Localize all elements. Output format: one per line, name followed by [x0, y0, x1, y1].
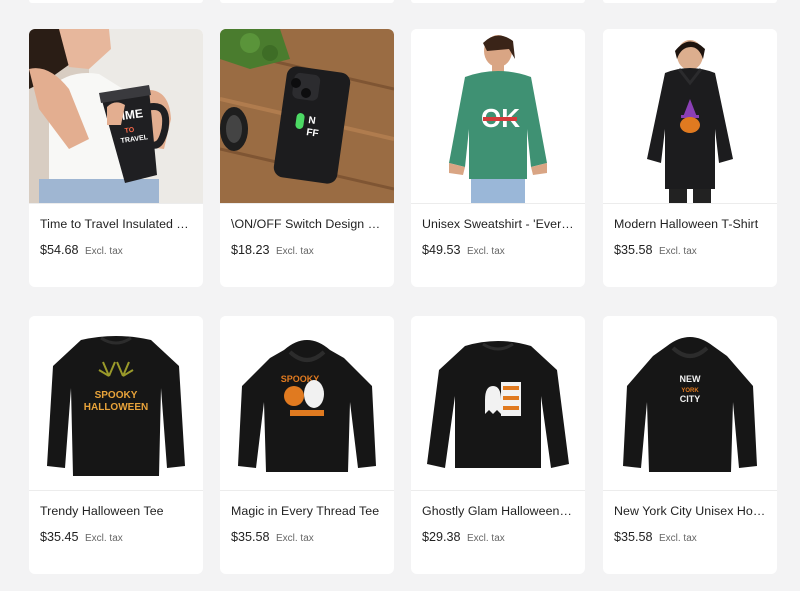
phone-print-off: FF [306, 127, 320, 140]
tax-note: Excl. tax [466, 246, 505, 257]
halloween-hoodie-photo-icon [603, 29, 777, 203]
nyc-hoodie-icon: NEW YORK CITY [603, 316, 777, 490]
product-price: $29.38 [422, 530, 461, 544]
product-card[interactable]: SPOOKY Magic in Every Thread Tee $35.58 … [220, 316, 394, 574]
tax-note: Excl. tax [658, 246, 697, 257]
product-title[interactable]: \ON/OFF Switch Design for Tough Phone Ca… [231, 217, 383, 231]
product-card[interactable]: NEW YORK CITY New York City Unisex Hoodi… [603, 316, 777, 574]
product-image[interactable]: N FF [220, 29, 394, 203]
mug-print-line-2: TO [124, 127, 135, 135]
product-card[interactable]: TIME TO TRAVEL Time to Travel Insulated … [29, 29, 203, 287]
tee-print-line-2: HALLOWEEN [84, 402, 148, 413]
product-price: $54.68 [40, 243, 79, 257]
product-card[interactable]: N FF \ON/OFF Switch Design for Tough Pho… [220, 29, 394, 287]
product-image[interactable] [411, 316, 585, 490]
tax-note: Excl. tax [84, 246, 123, 257]
product-image[interactable]: SPOOKY HALLOWEEN [29, 316, 203, 490]
phone-case-photo-icon: N FF [220, 29, 394, 203]
spooky-halloween-longsleeve-icon: SPOOKY HALLOWEEN [29, 316, 203, 490]
product-title[interactable]: Time to Travel Insulated Travel Mug [40, 217, 192, 231]
tax-note: Excl. tax [275, 246, 314, 257]
product-title[interactable]: Trendy Halloween Tee [40, 504, 192, 518]
tax-note: Excl. tax [84, 533, 123, 544]
travel-mug-photo-icon: TIME TO TRAVEL [29, 29, 203, 203]
product-card[interactable]: SPOOKY HALLOWEEN Trendy Halloween Tee $3… [29, 316, 203, 574]
product-image[interactable]: SPOOKY [220, 316, 394, 490]
product-card[interactable]: OK Unisex Sweatshirt - 'Everything OK' $… [411, 29, 585, 287]
spooky-ghost-hoodie-icon: SPOOKY [220, 316, 394, 490]
product-card[interactable]: Ghostly Glam Halloween Tee $29.38 Excl. … [411, 316, 585, 574]
ghost-sweatshirt-icon [411, 316, 585, 490]
previous-row-edge [0, 0, 800, 4]
product-title[interactable]: Ghostly Glam Halloween Tee [422, 504, 574, 518]
phone-print-on: N [308, 115, 317, 127]
tee-print-line-1: SPOOKY [95, 390, 138, 401]
product-title[interactable]: Magic in Every Thread Tee [231, 504, 383, 518]
green-sweatshirt-photo-icon: OK [411, 29, 585, 203]
product-price: $35.58 [614, 243, 653, 257]
product-price: $35.58 [614, 530, 653, 544]
product-title[interactable]: Modern Halloween T-Shirt [614, 217, 766, 231]
product-title[interactable]: New York City Unisex Hoodie [614, 504, 766, 518]
tax-note: Excl. tax [658, 533, 697, 544]
product-card[interactable]: Modern Halloween T-Shirt $35.58 Excl. ta… [603, 29, 777, 287]
tax-note: Excl. tax [466, 533, 505, 544]
product-price: $35.45 [40, 530, 79, 544]
product-image[interactable]: OK [411, 29, 585, 203]
product-image[interactable] [603, 29, 777, 203]
product-image[interactable]: NEW YORK CITY [603, 316, 777, 490]
product-title[interactable]: Unisex Sweatshirt - 'Everything OK' [422, 217, 574, 231]
hoodie-print-line-1: NEW [680, 374, 702, 384]
product-price: $35.58 [231, 530, 270, 544]
tax-note: Excl. tax [275, 533, 314, 544]
product-image[interactable]: TIME TO TRAVEL [29, 29, 203, 203]
hoodie-print-line-3: CITY [680, 394, 701, 404]
product-price: $49.53 [422, 243, 461, 257]
product-price: $18.23 [231, 243, 270, 257]
